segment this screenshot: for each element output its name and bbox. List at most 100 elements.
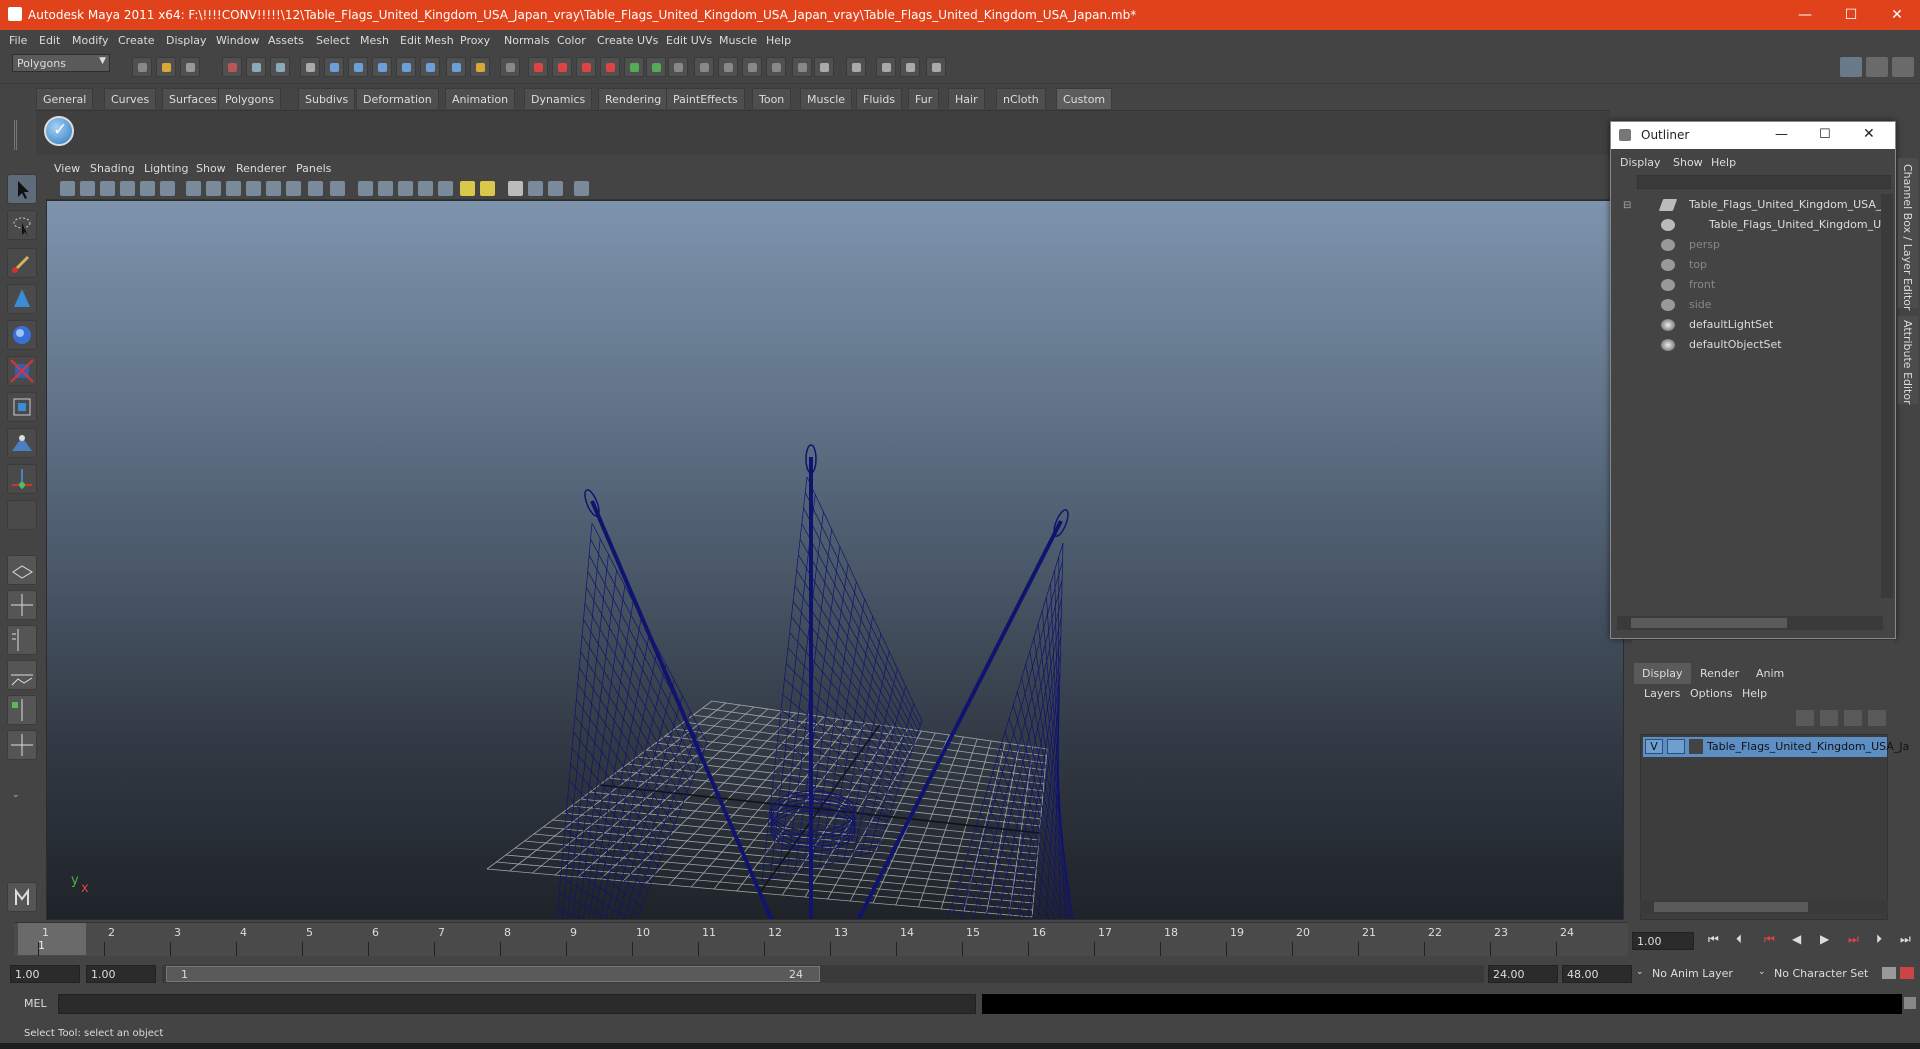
- show-manipulator-icon[interactable]: [7, 464, 37, 494]
- panel-tool-icon[interactable]: [80, 181, 95, 196]
- panel-tool-icon[interactable]: [574, 181, 589, 196]
- outliner-item[interactable]: top: [1615, 256, 1885, 276]
- panel-menu-panels[interactable]: Panels: [296, 162, 331, 175]
- snap-plane-icon[interactable]: [396, 57, 416, 77]
- soft-modification-icon[interactable]: [7, 428, 37, 458]
- layer-menu-options[interactable]: Options: [1690, 687, 1732, 700]
- layer-color-swatch[interactable]: [1689, 739, 1703, 754]
- panel-layout-icon[interactable]: [1840, 57, 1862, 77]
- select-component-icon[interactable]: [270, 57, 290, 77]
- go-to-start-icon[interactable]: ⏮: [1708, 932, 1719, 947]
- panel-tool-icon[interactable]: [266, 181, 281, 196]
- perspective-viewport[interactable]: y x: [46, 200, 1624, 920]
- layer-tab-display[interactable]: Display: [1634, 663, 1691, 684]
- snap-curve-icon[interactable]: [348, 57, 368, 77]
- menu-modify[interactable]: Modify: [72, 34, 108, 47]
- panel-tool-icon[interactable]: [528, 181, 543, 196]
- menu-select[interactable]: Select: [316, 34, 350, 47]
- range-slider-handle[interactable]: 1 24: [166, 966, 820, 982]
- channel-box-side-tab[interactable]: Channel Box / Layer Editor: [1898, 158, 1918, 311]
- scale-tool-icon[interactable]: [7, 356, 37, 386]
- shelf-tab-toon[interactable]: Toon: [752, 88, 792, 109]
- panel-tool-icon[interactable]: [246, 181, 261, 196]
- channel-box-toggle-icon[interactable]: [1866, 57, 1888, 77]
- shelf-tab-fluids[interactable]: Fluids: [856, 88, 903, 109]
- camera-icon[interactable]: [876, 57, 896, 77]
- step-forward-frame-icon[interactable]: ⏵: [1876, 932, 1882, 947]
- outliner-menu-help[interactable]: Help: [1711, 156, 1736, 169]
- layout-icon[interactable]: [792, 57, 812, 77]
- panel-menu-show[interactable]: Show: [196, 162, 226, 175]
- outliner-filter-field[interactable]: [1637, 175, 1891, 189]
- output-ops-icon[interactable]: [600, 57, 620, 77]
- outliner-menu-show[interactable]: Show: [1673, 156, 1703, 169]
- outliner-scroll-thumb[interactable]: [1631, 618, 1787, 628]
- close-button[interactable]: ✕: [1874, 0, 1920, 30]
- xgen-icon[interactable]: [766, 57, 786, 77]
- panel-tool-icon[interactable]: [60, 181, 75, 196]
- panel-tool-icon[interactable]: [330, 181, 345, 196]
- light-icon[interactable]: [900, 57, 920, 77]
- outliner-item[interactable]: defaultObjectSet: [1615, 336, 1885, 356]
- panel-tool-icon[interactable]: [358, 181, 373, 196]
- animation-preferences-icon[interactable]: [1900, 967, 1914, 979]
- menu-assets[interactable]: Assets: [268, 34, 304, 47]
- panel-tool-icon[interactable]: [480, 181, 495, 196]
- menu-file[interactable]: File: [9, 34, 27, 47]
- attribute-icon[interactable]: [926, 57, 946, 77]
- shelf-tab-surfaces[interactable]: Surfaces: [162, 88, 224, 109]
- make-live-icon[interactable]: [420, 57, 440, 77]
- single-pane-layout-icon[interactable]: [7, 555, 37, 585]
- anim-layer-dropdown[interactable]: ⌄ No Anim Layer: [1636, 965, 1758, 983]
- panel-tool-icon[interactable]: [140, 181, 155, 196]
- command-language-label[interactable]: MEL: [24, 997, 47, 1010]
- current-frame-marker[interactable]: 1: [18, 923, 86, 955]
- outliner-item[interactable]: persp: [1615, 236, 1885, 256]
- animation-start-field[interactable]: 1.00: [10, 965, 80, 983]
- select-hierarchy-icon[interactable]: [222, 57, 242, 77]
- playback-end-field[interactable]: 24.00: [1488, 965, 1558, 983]
- menu-color[interactable]: Color: [557, 34, 586, 47]
- render-view-icon[interactable]: [718, 57, 738, 77]
- lock-icon[interactable]: [470, 57, 490, 77]
- shelf-tab-muscle[interactable]: Muscle: [800, 88, 853, 109]
- outliner-item[interactable]: ⊟ Table_Flags_United_Kingdom_USA_Japa: [1615, 196, 1885, 216]
- shelf-tab-rendering[interactable]: Rendering: [598, 88, 669, 109]
- rotate-tool-icon[interactable]: [7, 320, 37, 350]
- step-back-frame-icon[interactable]: ⏴: [1736, 932, 1742, 947]
- shelf-tab-animation[interactable]: Animation: [445, 88, 516, 109]
- outliner-item[interactable]: defaultLightSet: [1615, 316, 1885, 336]
- save-scene-icon[interactable]: [180, 57, 200, 77]
- four-pane-layout-icon[interactable]: [7, 590, 37, 620]
- panel-tool-icon[interactable]: [460, 181, 475, 196]
- tool-settings-toggle-icon[interactable]: [1892, 57, 1914, 77]
- menu-proxy[interactable]: Proxy: [460, 34, 490, 47]
- menu-window[interactable]: Window: [216, 34, 259, 47]
- shelf-menu-icon[interactable]: [14, 120, 28, 150]
- lock-selection-icon[interactable]: [300, 57, 320, 77]
- shelf-tab-dynamics[interactable]: Dynamics: [524, 88, 593, 109]
- collapse-icon[interactable]: ⊟: [1623, 200, 1631, 211]
- selection-mask-icon[interactable]: [500, 57, 520, 77]
- panel-tool-icon[interactable]: [508, 181, 523, 196]
- layer-visibility-toggle[interactable]: V: [1645, 739, 1663, 754]
- panel-tool-icon[interactable]: [398, 181, 413, 196]
- step-forward-key-icon[interactable]: ⏭: [1848, 932, 1859, 947]
- select-tool-icon[interactable]: [7, 174, 37, 204]
- animation-end-field[interactable]: 48.00: [1562, 965, 1632, 983]
- render-settings-icon[interactable]: [668, 57, 688, 77]
- outliner-horizontal-scrollbar[interactable]: [1617, 616, 1883, 630]
- menu-muscle[interactable]: Muscle: [719, 34, 757, 47]
- panel-tool-icon[interactable]: [100, 181, 115, 196]
- shelf-tab-painteffects[interactable]: PaintEffects: [666, 88, 745, 109]
- panel-tool-icon[interactable]: [378, 181, 393, 196]
- panel-tool-icon[interactable]: [308, 181, 323, 196]
- universal-manipulator-icon[interactable]: [7, 392, 37, 422]
- snap-point-icon[interactable]: [372, 57, 392, 77]
- grid-icon[interactable]: [814, 57, 834, 77]
- snap-grid-icon[interactable]: [324, 57, 344, 77]
- panel-tool-icon[interactable]: [286, 181, 301, 196]
- command-input[interactable]: [58, 994, 976, 1014]
- chevron-down-icon[interactable]: ⌄: [12, 790, 20, 800]
- move-layer-down-icon[interactable]: [1820, 710, 1838, 726]
